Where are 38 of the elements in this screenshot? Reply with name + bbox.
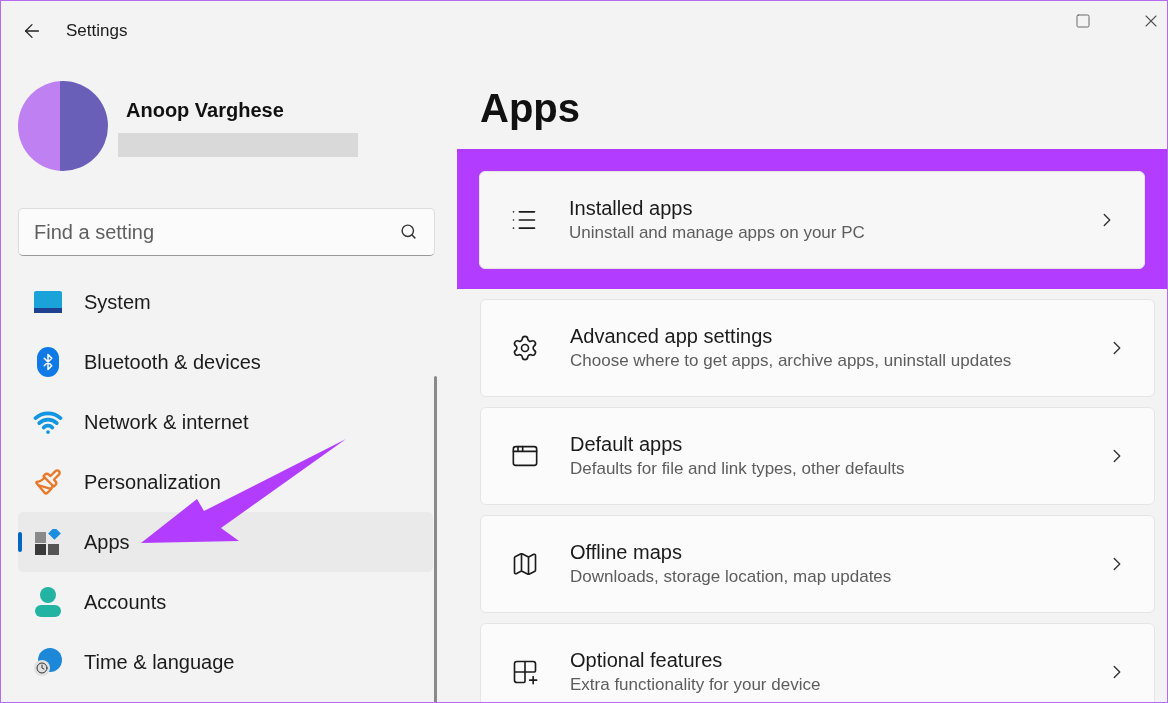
maximize-icon: [1075, 13, 1091, 29]
card-subtitle: Uninstall and manage apps on your PC: [569, 222, 866, 244]
monitor-icon: [34, 291, 62, 313]
card-title: Default apps: [570, 432, 684, 457]
selection-indicator: [18, 532, 22, 552]
nav-item[interactable]: Personalization: [18, 452, 433, 512]
map-icon: [511, 550, 539, 578]
window-title: Settings: [66, 20, 128, 43]
nav-item[interactable]: Network & internet: [18, 392, 433, 452]
card-title: Installed apps: [569, 196, 694, 221]
bluetooth-icon: [37, 347, 59, 377]
settings-card[interactable]: Optional features Extra functionality for your device: [480, 623, 1155, 702]
card-title: Offline maps: [570, 540, 683, 565]
card-subtitle: Choose where to get apps, archive apps, uninstall updates: [570, 350, 1013, 372]
grid-plus-icon: [511, 658, 539, 686]
nav-item[interactable]: Apps: [18, 512, 433, 572]
apps-grid-icon: [35, 529, 61, 555]
nav-item[interactable]: Time & language: [18, 632, 433, 692]
nav-item[interactable]: System: [18, 272, 433, 332]
card-subtitle: Defaults for file and link types, other defaults: [570, 458, 906, 480]
settings-card[interactable]: Installed apps Uninstall and manage apps on your PC: [479, 171, 1145, 269]
settings-card[interactable]: Default apps Defaults for file and link types, other defaults: [480, 407, 1155, 505]
nav-item[interactable]: Bluetooth & devices: [18, 332, 433, 392]
card-title: Optional features: [570, 648, 724, 673]
card-subtitle: Extra functionality for your device: [570, 674, 822, 696]
settings-card[interactable]: Advanced app settings Choose where to get apps, archive apps, uninstall updates: [480, 299, 1155, 397]
user-name: Anoop Varghese: [126, 98, 285, 123]
page-title: Apps: [480, 85, 581, 132]
paintbrush-icon: [34, 468, 62, 496]
nav-item[interactable]: Accounts: [18, 572, 433, 632]
search-icon: [400, 223, 417, 240]
card-subtitle: Downloads, storage location, map updates: [570, 566, 893, 588]
settings-card[interactable]: Offline maps Downloads, storage location, map updates: [480, 515, 1155, 613]
search-field[interactable]: Find a setting: [18, 208, 435, 256]
person-icon: [35, 587, 61, 617]
globe-clock-icon: [34, 648, 62, 676]
gear-icon: [511, 334, 539, 362]
card-title: Advanced app settings: [570, 324, 774, 349]
